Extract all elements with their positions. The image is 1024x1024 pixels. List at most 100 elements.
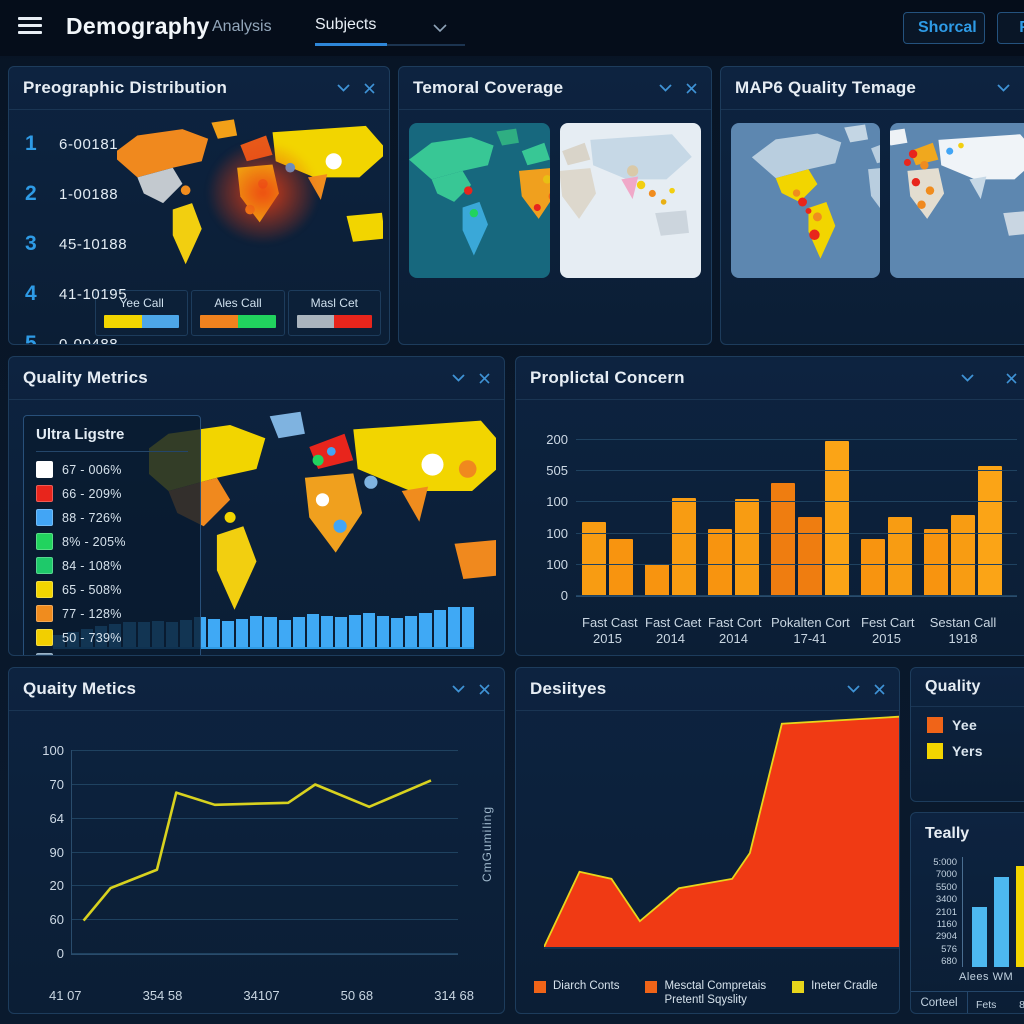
map-thumbnail-americas[interactable] [731,123,880,278]
panel-header: Quality [911,668,1024,707]
legend-colorbar [297,315,372,328]
legend-text: 66 - 209% [62,487,122,501]
legend-item[interactable]: Yee [927,717,1024,733]
collapse-icon[interactable] [847,685,860,693]
legend-swatch [36,485,53,502]
bar[interactable] [672,498,696,595]
list-item[interactable]: 3 45-10188 [25,219,175,269]
table-rows: Fets8Werf202:454 [968,992,1024,1013]
bar[interactable] [735,499,759,595]
chevron-down-icon [433,20,447,38]
map-thumbnail-africa-europe[interactable] [890,123,1024,278]
fivi-button[interactable]: Fivi [997,12,1024,44]
bar[interactable] [798,517,822,595]
panel-quality-metrics-map: Quality Metrics Ultra Ligstre 67 - 006% … [8,356,505,656]
map-thumbnail-asia[interactable] [560,123,701,278]
legend-title: Ultra Ligstre [36,426,188,452]
legend-item[interactable]: Diarch Conts [534,979,619,1007]
bar[interactable] [861,539,885,595]
close-icon[interactable] [479,684,490,695]
panel-header: Proplictal Concern [516,357,1024,400]
legend-swatch [645,981,657,993]
collapse-icon[interactable] [659,84,672,92]
map-thumbnail-world[interactable] [409,123,550,278]
subjects-dropdown-label: Subjects [315,16,376,33]
list-item-rank: 3 [25,232,59,256]
collapse-icon[interactable] [337,84,350,92]
legend-item[interactable]: Ineter Cradle [792,979,877,1007]
top-bar: Demography Analysis Subjects Shorcal Fiv… [0,0,1024,56]
panel-quality-legend: Quality Yee Yers [910,667,1024,802]
bar[interactable] [924,529,948,595]
series-legend: Yee Yers [911,717,1024,759]
panel-title: Desiityes [530,679,833,699]
collapse-icon[interactable] [997,84,1010,92]
mini-bar[interactable] [994,877,1009,967]
legend-swatch [36,629,53,646]
legend-row: 67 - 006% [36,461,188,478]
collapse-icon[interactable] [452,685,465,693]
shorcal-button[interactable]: Shorcal [903,12,985,44]
list-item-value: 6-00181 [59,136,118,153]
table-row: Werf2 [976,1013,1024,1014]
panel-desiityes-area: Desiityes Diarch Conts Mesctal Compretai… [515,667,900,1014]
bar[interactable] [645,564,669,595]
menu-icon[interactable] [18,17,42,37]
legend-item[interactable]: Yers [927,743,1024,759]
bar-group [708,439,759,595]
bar-group [582,439,633,595]
legend-swatch [792,981,804,993]
close-icon[interactable] [479,373,490,384]
subjects-dropdown[interactable]: Subjects [315,12,465,46]
legend-swatch [36,461,53,478]
bar[interactable] [708,529,732,595]
bar[interactable] [609,539,633,595]
panel-title: Quaity Metics [23,679,438,699]
list-item-value: 0-00488 [59,336,118,346]
collapse-icon[interactable] [961,374,974,382]
bar[interactable] [771,483,795,595]
table-row: Fets8 [976,998,1024,1013]
list-item[interactable]: 5 0-00488 [25,319,175,345]
mini-bar[interactable] [972,907,987,968]
map-legend-item[interactable]: Ales Call [191,290,284,336]
legend-text: 88 - 726% [62,511,122,525]
legend-swatch [534,981,546,993]
bar[interactable] [951,515,975,595]
map-legend-item[interactable]: Masl Cet [288,290,381,336]
legend-item[interactable]: Mesctal CompretaisPretentl Sqyslity [645,979,766,1007]
area-chart [544,712,899,949]
panel-geographic-distribution: Preographic Distribution 1 6-00181 2 1-0… [8,66,390,345]
bar[interactable] [888,517,912,595]
legend-row: 8% - 205% [36,533,188,550]
rotated-axis-label: CmGumiling [480,806,494,882]
panel-header: Quaity Metics [9,668,504,711]
nav-analysis[interactable]: Analysis [212,18,272,36]
list-item-value: 1-00188 [59,186,118,203]
bar-group [771,439,849,595]
legend-swatch [36,653,53,656]
list-item[interactable]: 1 6-00181 [25,119,175,169]
mini-chart-x-label: Alees WM [959,971,1013,983]
legend-swatch [36,533,53,550]
close-icon[interactable] [1006,373,1017,384]
close-icon[interactable] [364,83,375,94]
bar[interactable] [825,441,849,595]
mini-bar-chart: 5:000700055003400210111602904576680 [917,857,1024,967]
list-item[interactable]: 4 41-10195 [25,269,175,319]
close-icon[interactable] [874,684,885,695]
list-item-rank: 5 [25,332,59,345]
list-item[interactable]: 2 1-00188 [25,169,175,219]
panel-header: Preographic Distribution [9,67,389,110]
panel-title: Quality [925,678,1017,696]
panel-title: Proplictal Concern [530,368,947,388]
mini-bar[interactable] [1016,866,1024,967]
collapse-icon[interactable] [452,374,465,382]
legend-swatch [927,717,943,733]
legend-text: Mesctal CompretaisPretentl Sqyslity [664,979,766,1007]
bar[interactable] [978,466,1002,595]
list-item-rank: 1 [25,132,59,156]
close-icon[interactable] [686,83,697,94]
panel-title: Teally [911,813,1024,851]
legend-text: 5% - 183% [62,655,126,657]
